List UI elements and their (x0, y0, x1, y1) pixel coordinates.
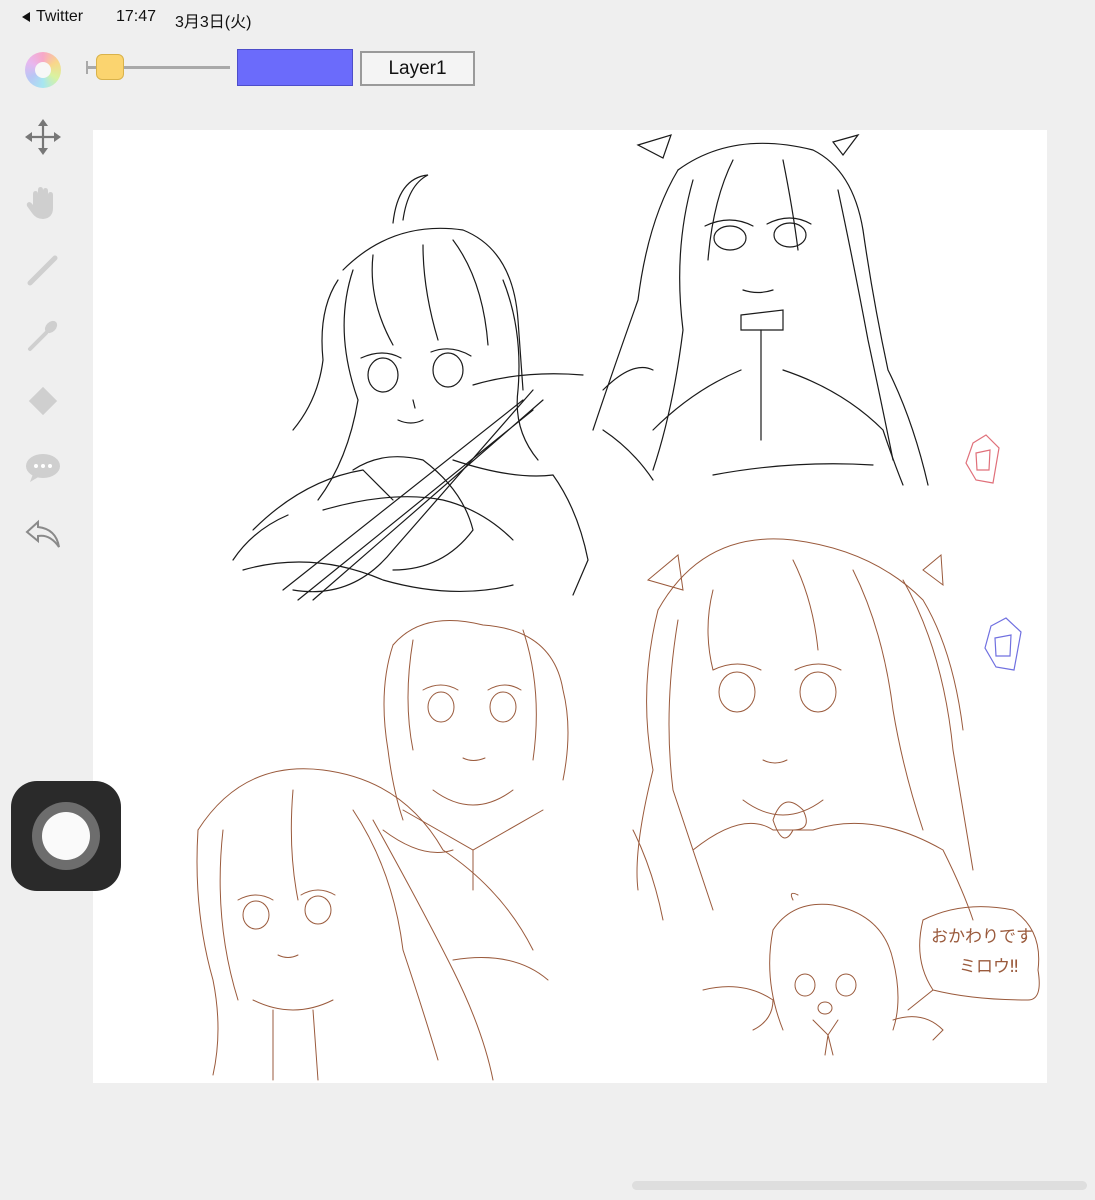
current-color-swatch[interactable] (237, 49, 353, 86)
drawing-canvas[interactable]: おかわりです ミロウ‼ (93, 130, 1047, 1083)
speech-bubble-text-line1: おかわりです (931, 927, 1033, 947)
brown-sketch-characters (196, 538, 1040, 1081)
undo-tool-button[interactable] (23, 513, 63, 553)
status-time: 17:47 (116, 8, 157, 25)
hand-icon (26, 187, 53, 219)
eraser-icon (28, 386, 58, 416)
back-to-app-link[interactable]: Twitter (22, 8, 83, 26)
assistive-touch-button[interactable] (11, 781, 121, 891)
brush-size-slider-thumb[interactable] (96, 54, 125, 80)
back-triangle-icon (22, 12, 30, 22)
back-app-label: Twitter (36, 8, 84, 25)
horizontal-scrollbar[interactable] (632, 1181, 1087, 1190)
sketch-layer: おかわりです ミロウ‼ (196, 133, 1040, 1081)
speech-bubble-text-line2: ミロウ‼ (959, 957, 1018, 977)
eyedropper-icon (28, 320, 58, 351)
color-wheel-icon[interactable] (25, 52, 61, 88)
comment-tool-button[interactable] (23, 447, 63, 487)
black-sketch-character-right (592, 133, 929, 486)
assistive-touch-dot (42, 812, 90, 860)
undo-icon (25, 519, 60, 548)
layer-button[interactable]: Layer1 (360, 51, 475, 86)
status-bar: Twitter 17:47 3月3日(火) (0, 0, 1095, 34)
blue-gem-doodle (984, 617, 1022, 671)
pen-icon (27, 255, 58, 286)
pen-tool-button[interactable] (23, 249, 63, 289)
move-arrows-icon (25, 119, 61, 155)
red-gem-doodle (965, 434, 1000, 484)
speech-bubble-icon (26, 454, 60, 482)
status-date: 3月3日(火) (175, 14, 252, 31)
eyedropper-tool-button[interactable] (23, 315, 63, 355)
assistive-touch-ring (32, 802, 100, 870)
black-sketch-character-left (232, 174, 589, 601)
move-tool-button[interactable] (23, 117, 63, 157)
hand-tool-button[interactable] (23, 183, 63, 223)
eraser-tool-button[interactable] (23, 381, 63, 421)
